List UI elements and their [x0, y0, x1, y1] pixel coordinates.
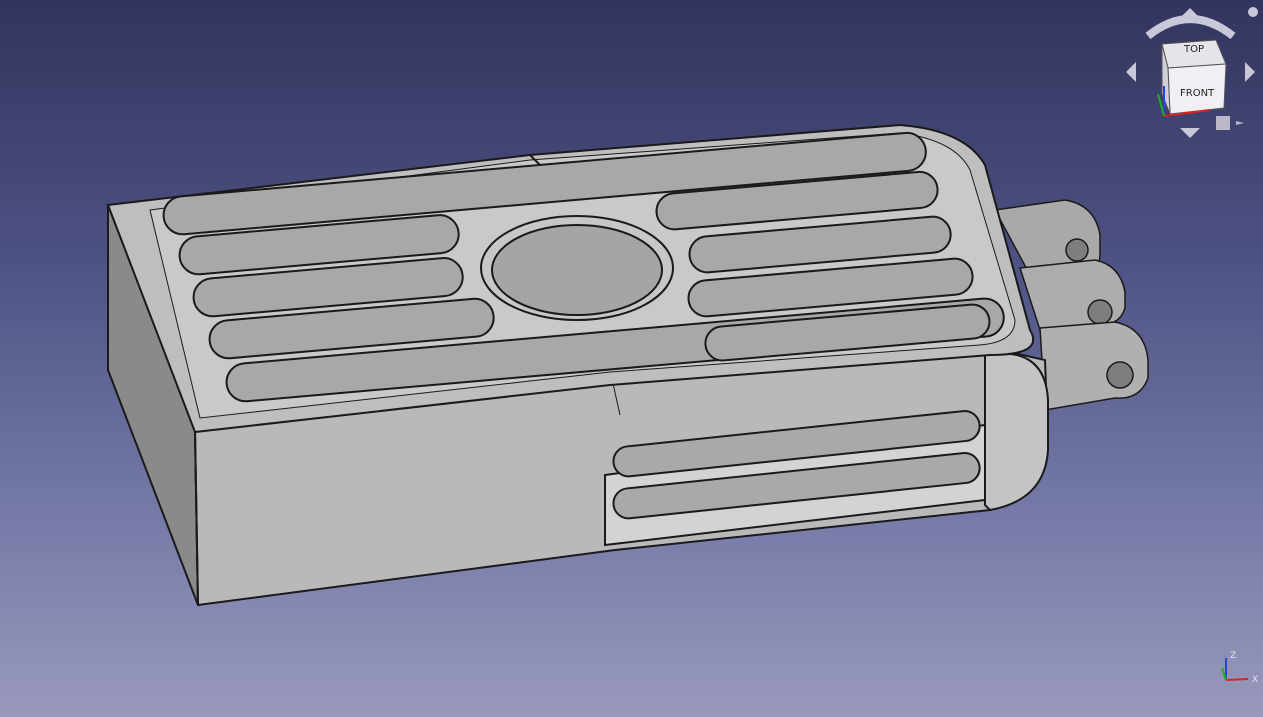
cube-front-label: FRONT [1180, 88, 1215, 99]
cube-top-label: TOP [1183, 44, 1204, 55]
rotate-left-icon[interactable] [1126, 62, 1136, 82]
rotate-down-icon[interactable] [1180, 128, 1200, 138]
rotate-right-icon[interactable] [1245, 62, 1255, 82]
rotate-up-icon[interactable] [1180, 8, 1200, 18]
x-axis-label: X [1252, 675, 1258, 685]
x-axis-line [1225, 678, 1249, 681]
view-menu-icon[interactable] [1248, 7, 1258, 17]
rotate-view-arc-icon[interactable] [1145, 15, 1236, 40]
center-hole [480, 215, 674, 321]
z-axis-label: Z [1230, 651, 1236, 661]
axis-indicator: Z X [1210, 646, 1263, 686]
3d-viewport[interactable] [0, 0, 1263, 717]
view-menu-cube-icon[interactable] [1216, 116, 1244, 130]
navigation-cube[interactable]: TOP FRONT [1118, 4, 1263, 144]
part-model[interactable] [0, 0, 1263, 717]
